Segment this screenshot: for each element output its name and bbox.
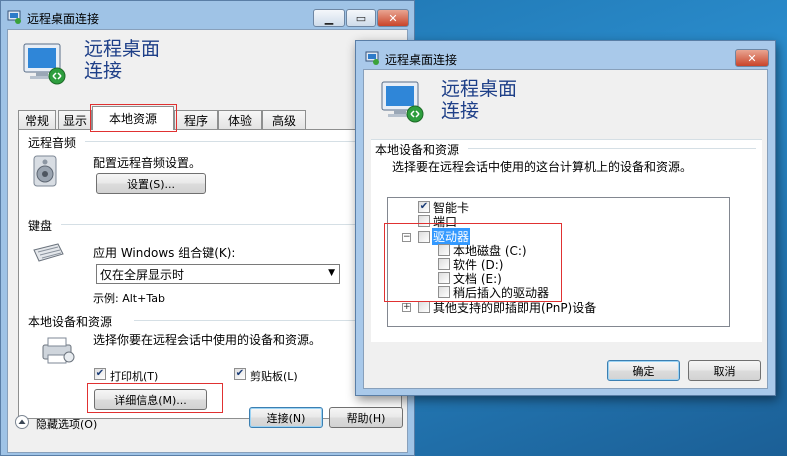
dialog-client-area: 远程桌面 连接 常规 显示 本地资源 程序 体验 高级 远程音频 配置远程音频设…	[7, 29, 408, 453]
group-divider	[61, 224, 393, 225]
keyboard-combo-select[interactable]: 仅在全屏显示时 ▼	[96, 264, 340, 284]
keyboard-description: 应用 Windows 组合键(K):	[93, 246, 236, 260]
group-divider	[468, 148, 756, 149]
group-divider	[85, 141, 393, 142]
dialog-description: 选择要在远程会话中使用的这台计算机上的设备和资源。	[392, 160, 693, 174]
maximize-icon: ▭	[355, 11, 367, 25]
header-title-line1: 远程桌面	[441, 78, 518, 100]
remote-desktop-window-main: 远程桌面连接 ▁ ▭ ✕ 远程桌面 连接 常规 显示 本地资源 程序 体验 高级…	[0, 0, 415, 456]
printer-checkbox-label: 打印机(T)	[110, 370, 159, 383]
highlight-box-details-button	[87, 383, 223, 413]
remote-desktop-app-icon	[365, 51, 379, 65]
audio-settings-button[interactable]: 设置(S)...	[96, 173, 206, 194]
remote-desktop-monitor-icon	[381, 81, 424, 123]
minimize-icon: ▁	[324, 11, 334, 25]
tab-general[interactable]: 常规	[18, 110, 56, 129]
tab-display[interactable]: 显示	[58, 110, 92, 129]
clipboard-checkbox-label: 剪贴板(L)	[250, 370, 298, 383]
speaker-icon	[33, 155, 57, 187]
printer-device-icon	[42, 337, 75, 364]
local-devices-dialog: 远程桌面连接 ✕ 远程桌面 连接 本地设备和资源 选择要在远程会话中使用的这台计…	[355, 40, 776, 396]
clipboard-checkbox[interactable]: ✔	[234, 368, 246, 380]
remote-desktop-app-icon	[7, 10, 21, 24]
highlight-box-drives	[384, 223, 562, 302]
group-title-remote-audio: 远程音频	[28, 136, 77, 150]
expand-icon[interactable]: +	[402, 303, 411, 312]
group-title-local-devices: 本地设备和资源	[28, 315, 113, 329]
printer-checkbox[interactable]: ✔	[94, 368, 106, 380]
devices-description: 选择你要在远程会话中使用的设备和资源。	[93, 333, 322, 347]
highlight-box-local-resources-tab	[90, 104, 177, 132]
header-title-line1: 远程桌面	[84, 38, 161, 60]
tab-programs[interactable]: 程序	[174, 110, 218, 129]
header-title-line2: 连接	[441, 100, 480, 122]
help-button[interactable]: 帮助(H)	[329, 407, 403, 428]
pnp-checkbox[interactable]	[418, 301, 430, 313]
keyboard-example: 示例: Alt+Tab	[93, 292, 165, 305]
close-icon: ✕	[388, 11, 398, 25]
group-title-local-devices: 本地设备和资源	[375, 143, 460, 157]
tab-experience[interactable]: 体验	[218, 110, 262, 129]
audio-description: 配置远程音频设置。	[93, 156, 202, 170]
minimize-button[interactable]: ▁	[313, 9, 345, 27]
hide-options-toggle[interactable]: 隐藏选项(O)	[36, 416, 97, 432]
group-title-keyboard: 键盘	[28, 219, 53, 233]
maximize-button[interactable]: ▭	[346, 9, 376, 27]
keyboard-icon	[33, 243, 64, 262]
remote-desktop-monitor-icon	[23, 43, 66, 85]
dialog-close-button[interactable]: ✕	[735, 49, 769, 67]
chevron-down-icon: ▼	[328, 268, 335, 278]
ok-button[interactable]: 确定	[607, 360, 680, 381]
local-resources-panel: 远程音频 配置远程音频设置。 设置(S)... 键盘 应用 Windows 组合…	[18, 129, 402, 419]
header-title-line2: 连接	[84, 60, 123, 82]
close-icon: ✕	[747, 51, 757, 65]
window-title: 远程桌面连接	[27, 12, 100, 26]
tab-advanced[interactable]: 高级	[262, 110, 306, 129]
smartcard-checkbox[interactable]: ✔	[418, 201, 430, 213]
dialog-title: 远程桌面连接	[385, 53, 458, 67]
close-button[interactable]: ✕	[377, 9, 409, 27]
chevron-up-icon[interactable]	[14, 414, 30, 430]
connect-button[interactable]: 连接(N)	[249, 407, 323, 428]
cancel-button[interactable]: 取消	[688, 360, 761, 381]
